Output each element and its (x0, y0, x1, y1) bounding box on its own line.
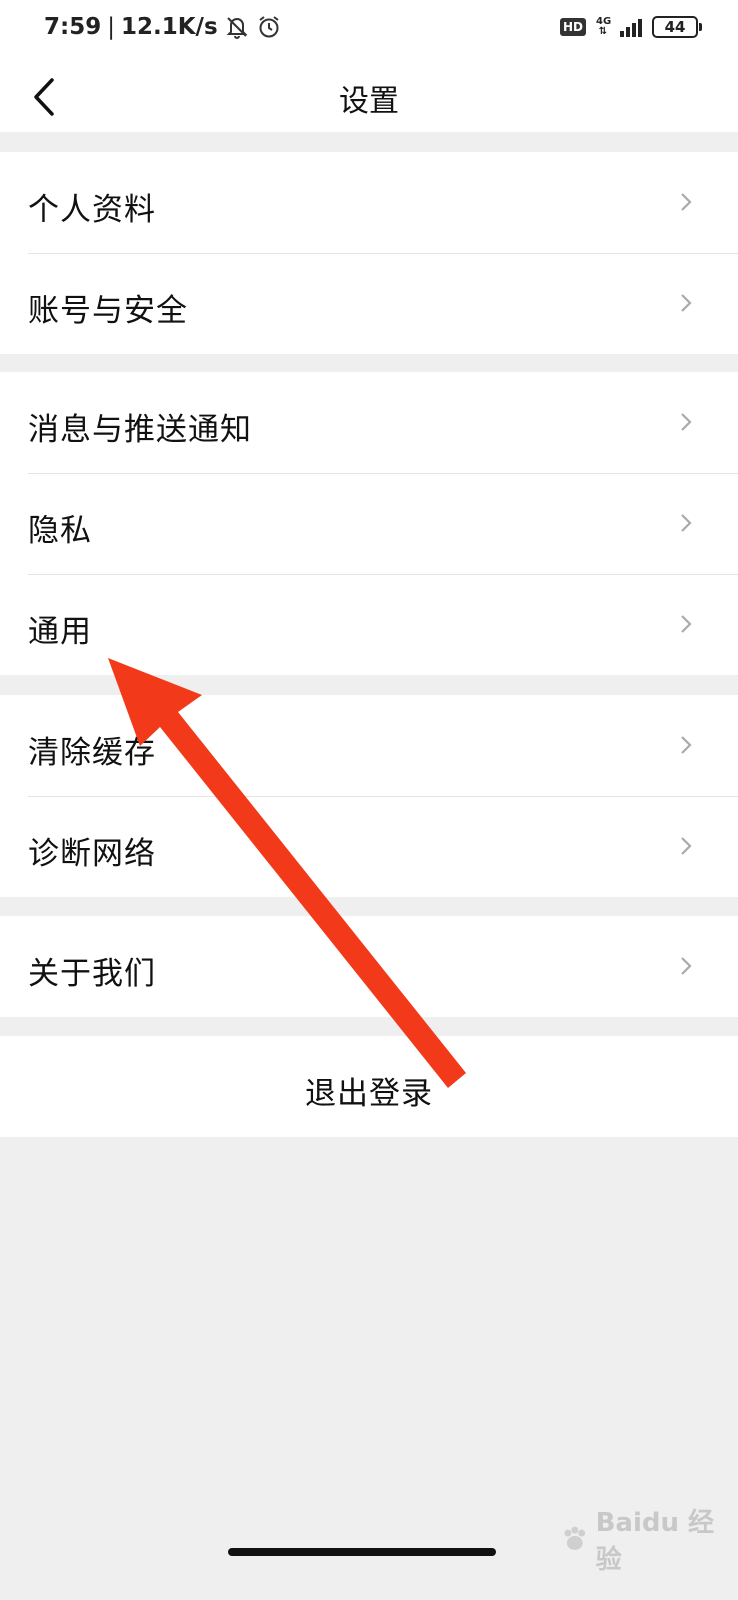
settings-group-2: 消息与推送通知 隐私 通用 (0, 372, 738, 675)
settings-item-label: 消息与推送通知 (28, 412, 252, 448)
settings-item-label: 诊断网络 (28, 836, 156, 872)
chevron-right-icon (681, 615, 692, 633)
status-left: 7:59 | 12.1K/s (44, 14, 282, 40)
settings-item-label: 关于我们 (28, 956, 156, 992)
settings-group-4: 关于我们 (0, 916, 738, 1017)
chevron-right-icon (681, 957, 692, 975)
settings-item-general[interactable]: 通用 (0, 574, 738, 675)
logout-label: 退出登录 (305, 1076, 433, 1112)
settings-group-3: 清除缓存 诊断网络 (0, 695, 738, 897)
status-right: HD 4G ⇅ 44 (559, 16, 702, 38)
settings-item-notifications[interactable]: 消息与推送通知 (0, 372, 738, 473)
alarm-clock-icon (259, 16, 279, 38)
network-speed: 12.1K/s (120, 14, 218, 40)
chevron-right-icon (681, 413, 692, 431)
baidu-watermark: Baidu 经验 (560, 1502, 738, 1576)
settings-item-label: 账号与安全 (28, 293, 188, 329)
watermark-text: Baidu 经验 (595, 1508, 715, 1575)
settings-item-network-diagnosis[interactable]: 诊断网络 (0, 796, 738, 897)
chevron-right-icon (681, 294, 692, 312)
battery-icon: 44 (652, 16, 702, 38)
settings-item-label: 通用 (28, 614, 92, 650)
page-title: 设置 (339, 84, 399, 119)
signal-icon (620, 17, 642, 37)
chevron-right-icon (681, 736, 692, 754)
paw-icon (564, 1526, 586, 1550)
settings-item-privacy[interactable]: 隐私 (0, 473, 738, 574)
settings-item-label: 清除缓存 (28, 735, 156, 771)
chevron-right-icon (681, 514, 692, 532)
battery-level: 44 (664, 18, 686, 36)
home-indicator[interactable] (228, 1548, 496, 1556)
status-bar: 7:59 | 12.1K/s HD 4G ⇅ 44 (0, 0, 738, 62)
logout-button[interactable]: 退出登录 (0, 1036, 738, 1137)
status-divider: | (107, 14, 115, 40)
settings-item-clear-cache[interactable]: 清除缓存 (0, 695, 738, 796)
chevron-right-icon (681, 837, 692, 855)
settings-item-label: 隐私 (28, 513, 92, 549)
settings-item-label: 个人资料 (28, 192, 156, 228)
settings-item-account-security[interactable]: 账号与安全 (0, 253, 738, 354)
settings-item-profile[interactable]: 个人资料 (0, 152, 738, 253)
nav-bar: 设置 (0, 62, 738, 132)
hd-badge: HD (559, 18, 586, 36)
status-time: 7:59 (44, 14, 102, 40)
network-type-label: 4G (596, 16, 612, 27)
chevron-right-icon (681, 193, 692, 211)
settings-item-about-us[interactable]: 关于我们 (0, 916, 738, 1017)
mute-bell-icon (226, 17, 248, 39)
settings-group-1: 个人资料 账号与安全 (0, 152, 738, 354)
network-type: 4G ⇅ (596, 16, 612, 37)
